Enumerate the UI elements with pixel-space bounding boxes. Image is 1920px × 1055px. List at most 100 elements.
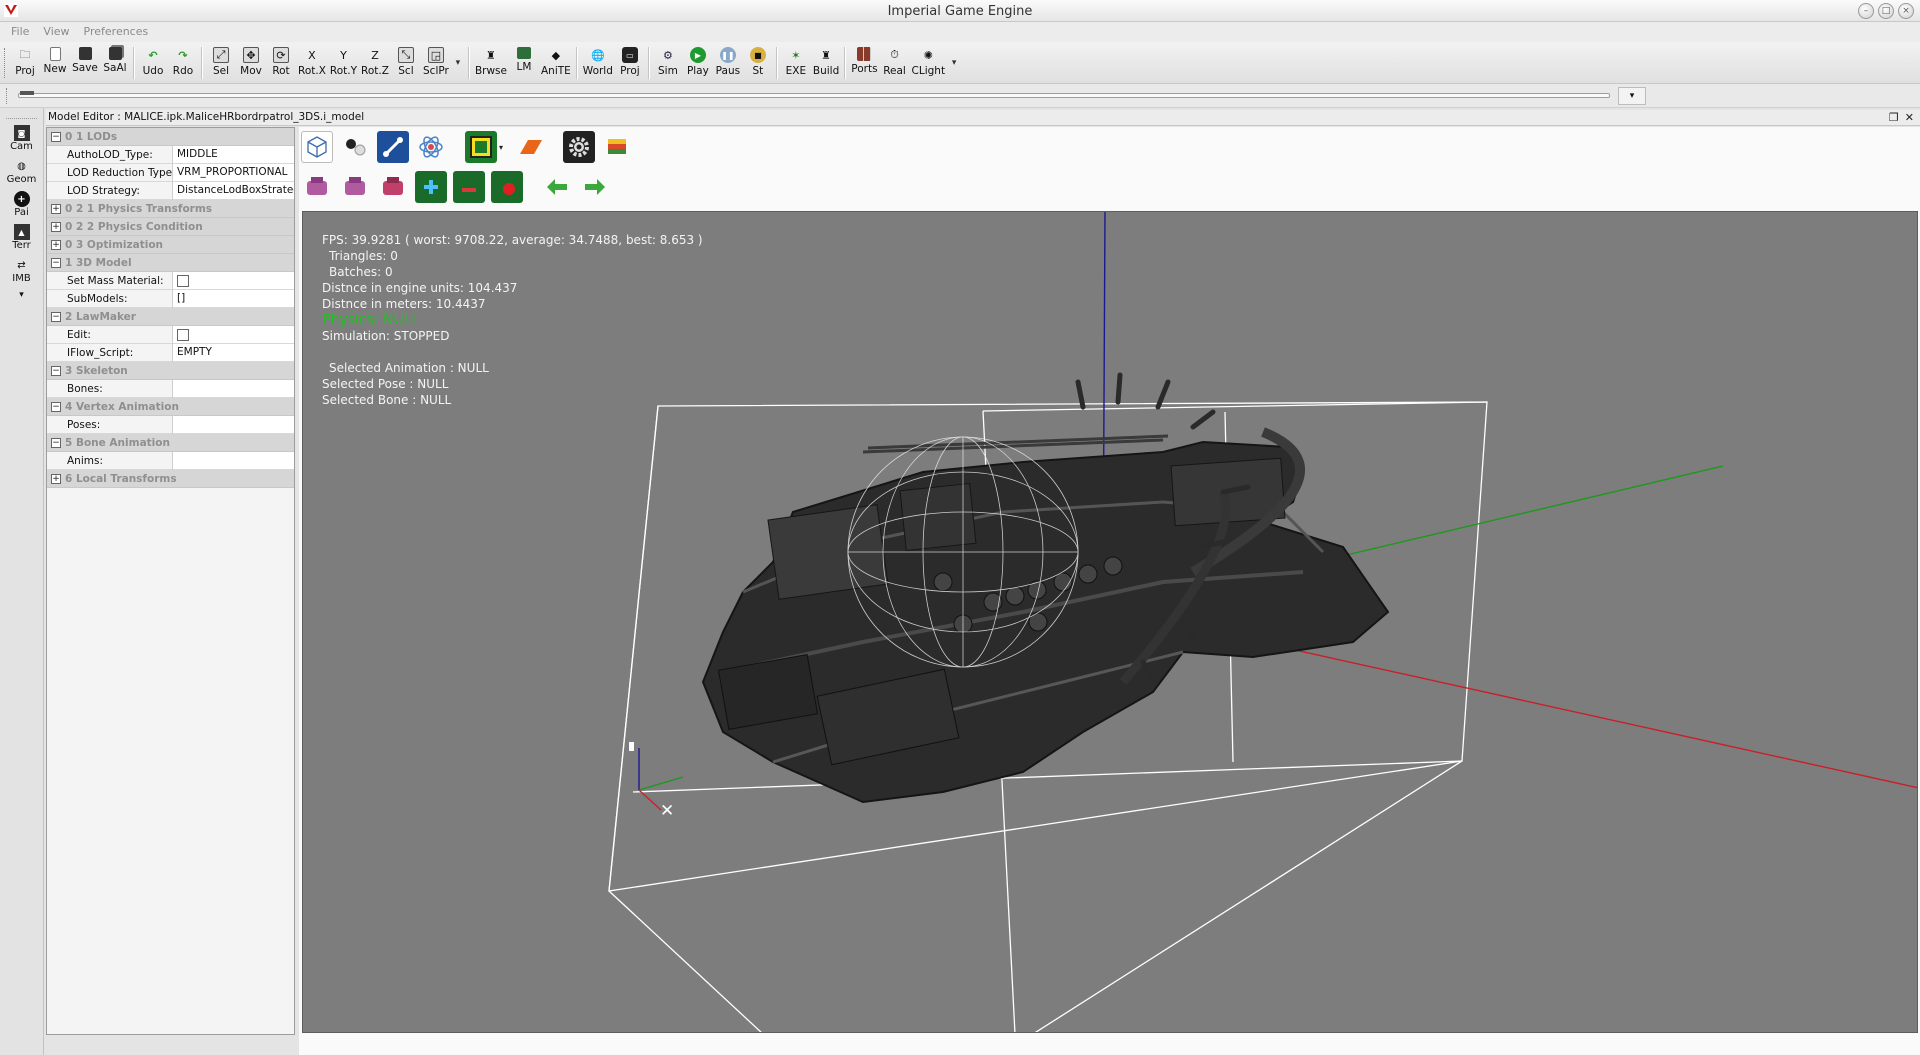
render-mode-button[interactable] bbox=[465, 131, 497, 163]
timeline-slider[interactable] bbox=[18, 93, 1610, 98]
spheres-button[interactable] bbox=[339, 131, 371, 163]
group-vertex-animation[interactable]: −4 Vertex Animation bbox=[47, 398, 294, 416]
menu-preferences[interactable]: Preferences bbox=[77, 22, 156, 42]
collapse-icon[interactable]: − bbox=[51, 365, 61, 376]
collapse-icon[interactable]: − bbox=[51, 437, 61, 448]
rotate-y-button[interactable]: Y Rot.Y bbox=[328, 44, 359, 82]
forward-button[interactable] bbox=[579, 171, 611, 203]
realtime-button[interactable]: ⏱ Real bbox=[880, 44, 910, 82]
minimize-button[interactable]: – bbox=[1858, 3, 1874, 19]
group-skeleton[interactable]: −3 Skeleton bbox=[47, 362, 294, 380]
pause-button[interactable]: ❚❚ Paus bbox=[713, 44, 743, 82]
left-strip-more-icon[interactable]: ▾ bbox=[0, 290, 43, 300]
bones-view-button[interactable] bbox=[377, 131, 409, 163]
cam-button[interactable]: ◙ Cam bbox=[0, 125, 43, 152]
save-all-button[interactable]: SaAl bbox=[100, 44, 130, 82]
group-local-transforms[interactable]: +6 Local Transforms bbox=[47, 470, 294, 488]
set-mass-material-checkbox[interactable] bbox=[177, 275, 189, 287]
rotate-x-button[interactable]: X Rot.X bbox=[296, 44, 328, 82]
view-toolbar-top: ▾ bbox=[301, 129, 633, 165]
scale-tool-button[interactable]: ⤡ Scl bbox=[391, 44, 421, 82]
move-tool-button[interactable]: ✥ Mov bbox=[236, 44, 266, 82]
remove-lod-button[interactable] bbox=[453, 171, 485, 203]
maximize-button[interactable]: □ bbox=[1878, 3, 1894, 19]
save-button[interactable]: Save bbox=[70, 44, 100, 82]
timeline-dropdown[interactable]: ▾ bbox=[1618, 87, 1646, 105]
back-button[interactable] bbox=[541, 171, 573, 203]
terrain-button[interactable]: ▲ Terr bbox=[0, 224, 43, 251]
lod-2-button[interactable] bbox=[339, 171, 371, 203]
browse-button[interactable]: ♜ Brwse bbox=[473, 44, 509, 82]
wireframe-box-button[interactable] bbox=[301, 131, 333, 163]
settings-button[interactable] bbox=[563, 131, 595, 163]
timeline-grip[interactable] bbox=[6, 88, 9, 104]
rotate-tool-button[interactable]: ⟳ Rot bbox=[266, 44, 296, 82]
undo-button[interactable]: ↶ Udo bbox=[138, 44, 168, 82]
close-button[interactable]: × bbox=[1898, 3, 1914, 19]
stop-button[interactable]: ■ St bbox=[743, 44, 773, 82]
redo-button[interactable]: ↷ Rdo bbox=[168, 44, 198, 82]
lod-3-button[interactable] bbox=[377, 171, 409, 203]
group-physics-condition[interactable]: +0 2 2 Physics Condition bbox=[47, 218, 294, 236]
edit-checkbox[interactable] bbox=[177, 329, 189, 341]
lm-button[interactable]: LM bbox=[509, 44, 539, 82]
paint-button[interactable]: + Pai bbox=[0, 191, 43, 218]
geom-button[interactable]: ◍ Geom bbox=[0, 158, 43, 186]
submodels-value[interactable]: [] bbox=[173, 290, 294, 307]
materials-button[interactable] bbox=[601, 131, 633, 163]
bones-value[interactable] bbox=[173, 380, 294, 397]
select-tool-button[interactable]: ⤢ Sel bbox=[206, 44, 236, 82]
close-editor-icon[interactable]: ✕ bbox=[1905, 111, 1914, 124]
expand-icon[interactable]: + bbox=[51, 221, 61, 232]
toolbar-overflow-1[interactable]: ▾ bbox=[451, 44, 465, 82]
lod-1-button[interactable] bbox=[301, 171, 333, 203]
menu-view[interactable]: View bbox=[36, 22, 76, 42]
render-mode-dropdown-icon[interactable]: ▾ bbox=[499, 143, 507, 152]
prop-bones: Bones: bbox=[47, 379, 294, 398]
group-3d-model[interactable]: −1 3D Model bbox=[47, 254, 294, 272]
group-lawmaker[interactable]: −2 LawMaker bbox=[47, 308, 294, 326]
poses-value[interactable] bbox=[173, 416, 294, 433]
timeline-slider-thumb[interactable] bbox=[20, 91, 34, 95]
menu-file[interactable]: File bbox=[4, 22, 36, 42]
group-lods[interactable]: −0 1 LODs bbox=[47, 128, 294, 146]
group-physics-transforms[interactable]: +0 2 1 Physics Transforms bbox=[47, 200, 294, 218]
restore-icon[interactable]: ❐ bbox=[1889, 111, 1899, 124]
expand-icon[interactable]: + bbox=[51, 239, 61, 250]
play-button[interactable]: ▶ Play bbox=[683, 44, 713, 82]
expand-icon[interactable]: + bbox=[51, 203, 61, 214]
open-project-button[interactable]: 🗀 Proj bbox=[10, 44, 40, 82]
toolbar-grip[interactable] bbox=[4, 48, 7, 78]
collapse-icon[interactable]: − bbox=[51, 401, 61, 412]
physics-view-button[interactable] bbox=[415, 131, 447, 163]
simulate-button[interactable]: ⚙ Sim bbox=[653, 44, 683, 82]
plane-button[interactable] bbox=[513, 131, 545, 163]
new-button[interactable]: New bbox=[40, 44, 70, 82]
lod-reduction-type-value[interactable]: VRM_PROPORTIONAL bbox=[173, 164, 294, 181]
lod-strategy-value[interactable]: DistanceLodBoxStrategy bbox=[173, 182, 294, 199]
imb-button[interactable]: ⇄ IMB bbox=[0, 257, 43, 285]
group-bone-animation[interactable]: −5 Bone Animation bbox=[47, 434, 294, 452]
group-optimization[interactable]: +0 3 Optimization bbox=[47, 236, 294, 254]
expand-icon[interactable]: + bbox=[51, 473, 61, 484]
collapse-icon[interactable]: − bbox=[51, 131, 61, 142]
iflow-script-value[interactable]: EMPTY bbox=[173, 344, 294, 361]
scale-proportional-button[interactable]: ◲ SclPr bbox=[421, 44, 451, 82]
world-button[interactable]: 🌐 World bbox=[581, 44, 615, 82]
add-lod-button[interactable] bbox=[415, 171, 447, 203]
projection-button[interactable]: ▭ Proj bbox=[615, 44, 645, 82]
toolbar-overflow-2[interactable]: ▾ bbox=[947, 44, 961, 82]
ports-button[interactable]: Ports bbox=[849, 44, 879, 82]
left-strip-grip[interactable] bbox=[6, 111, 37, 119]
rotate-z-button[interactable]: Z Rot.Z bbox=[359, 44, 391, 82]
clight-button[interactable]: ✺ CLight bbox=[910, 44, 948, 82]
autholod-type-value[interactable]: MIDDLE bbox=[173, 146, 294, 163]
build-button[interactable]: ♜ Build bbox=[811, 44, 841, 82]
collapse-icon[interactable]: − bbox=[51, 257, 61, 268]
exe-button[interactable]: ✶ EXE bbox=[781, 44, 811, 82]
anims-value[interactable] bbox=[173, 452, 294, 469]
3d-viewport[interactable]: ✕ FPS: 39.9281 ( worst: 9708.22, average… bbox=[302, 211, 1918, 1033]
collapse-icon[interactable]: − bbox=[51, 311, 61, 322]
record-lod-button[interactable] bbox=[491, 171, 523, 203]
anite-button[interactable]: ◆ AniTE bbox=[539, 44, 573, 82]
